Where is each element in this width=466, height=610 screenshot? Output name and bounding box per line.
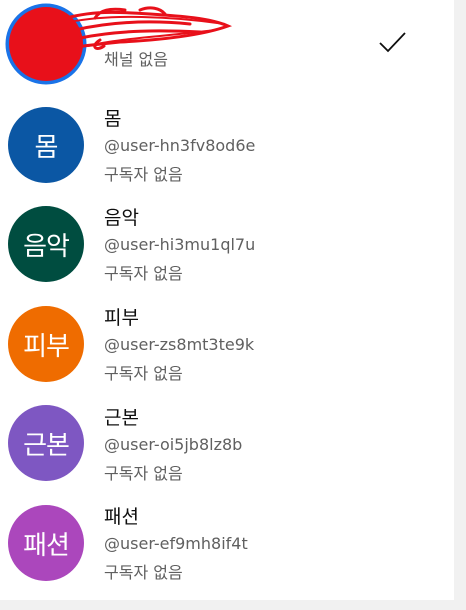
account-handle: @user-zs8mt3te9k	[104, 335, 255, 354]
scrollbar-track[interactable]	[454, 0, 466, 610]
account-handle: @user-hi3mu1ql7u	[104, 235, 256, 254]
account-switcher-list: 채널 없음 몸 몸 @user-hn3fv8od6e 구독자 없음 음악 음악 …	[0, 0, 454, 600]
avatar: 근본	[8, 405, 84, 481]
account-subscribers: 구독자 없음	[104, 464, 183, 483]
account-item[interactable]: 피부 피부 @user-zs8mt3te9k 구독자 없음	[0, 303, 454, 403]
account-name: 몸	[104, 108, 122, 130]
account-name: 피부	[104, 307, 139, 329]
account-name: 음악	[104, 207, 139, 229]
account-subscribers: 구독자 없음	[104, 264, 183, 283]
avatar: 음악	[8, 206, 84, 282]
avatar: 피부	[8, 306, 84, 382]
account-item[interactable]: 몸 몸 @user-hn3fv8od6e 구독자 없음	[0, 103, 454, 203]
account-item[interactable]: 패션 패션 @user-ef9mh8if4t 구독자 없음	[0, 502, 454, 602]
account-subscribers: 구독자 없음	[104, 563, 183, 582]
account-item[interactable]: 근본 근본 @user-oi5jb8lz8b 구독자 없음	[0, 403, 454, 503]
account-item[interactable]: 음악 음악 @user-hi3mu1ql7u 구독자 없음	[0, 203, 454, 303]
redaction-scribble	[5, 3, 233, 85]
checkmark-icon	[379, 32, 406, 53]
account-subscribers: 구독자 없음	[104, 364, 183, 383]
account-handle: @user-ef9mh8if4t	[104, 534, 248, 553]
panel-bottom-edge	[0, 600, 454, 610]
avatar: 몸	[8, 107, 84, 183]
account-handle: @user-hn3fv8od6e	[104, 136, 256, 155]
account-name: 패션	[104, 506, 139, 528]
account-name: 근본	[104, 407, 139, 429]
avatar: 패션	[8, 505, 84, 581]
account-handle: @user-oi5jb8lz8b	[104, 435, 243, 454]
account-item-current[interactable]: 채널 없음	[0, 0, 454, 100]
account-subscribers: 구독자 없음	[104, 165, 183, 184]
